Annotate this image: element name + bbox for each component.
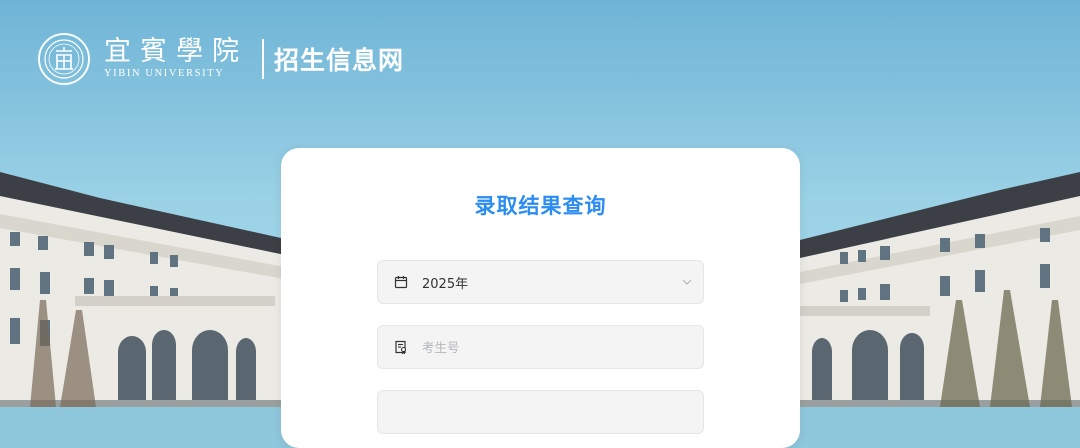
admission-query-card: 录取结果查询 2025年 — [281, 148, 800, 448]
header-divider — [262, 39, 264, 79]
year-select-value: 2025年 — [422, 276, 469, 292]
university-name: 宜賓學院 YIBIN UNIVERSITY — [104, 37, 248, 81]
exam-number-input[interactable] — [422, 339, 662, 355]
chevron-down-icon — [682, 279, 692, 285]
site-name: 招生信息网 — [274, 46, 405, 75]
id-card-icon — [395, 340, 407, 354]
university-seal-icon — [44, 39, 84, 79]
university-name-chinese: 宜賓學院 — [104, 36, 248, 67]
year-select[interactable]: 2025年 — [377, 260, 704, 304]
site-header: 宜賓學院 YIBIN UNIVERSITY 招生信息网 — [38, 33, 404, 85]
university-logo[interactable] — [38, 33, 90, 85]
card-title: 录取结果查询 — [474, 194, 607, 218]
query-field-3[interactable] — [377, 390, 704, 434]
calendar-icon — [394, 276, 408, 289]
university-name-english: YIBIN UNIVERSITY — [104, 68, 225, 79]
exam-number-field[interactable] — [377, 325, 704, 369]
